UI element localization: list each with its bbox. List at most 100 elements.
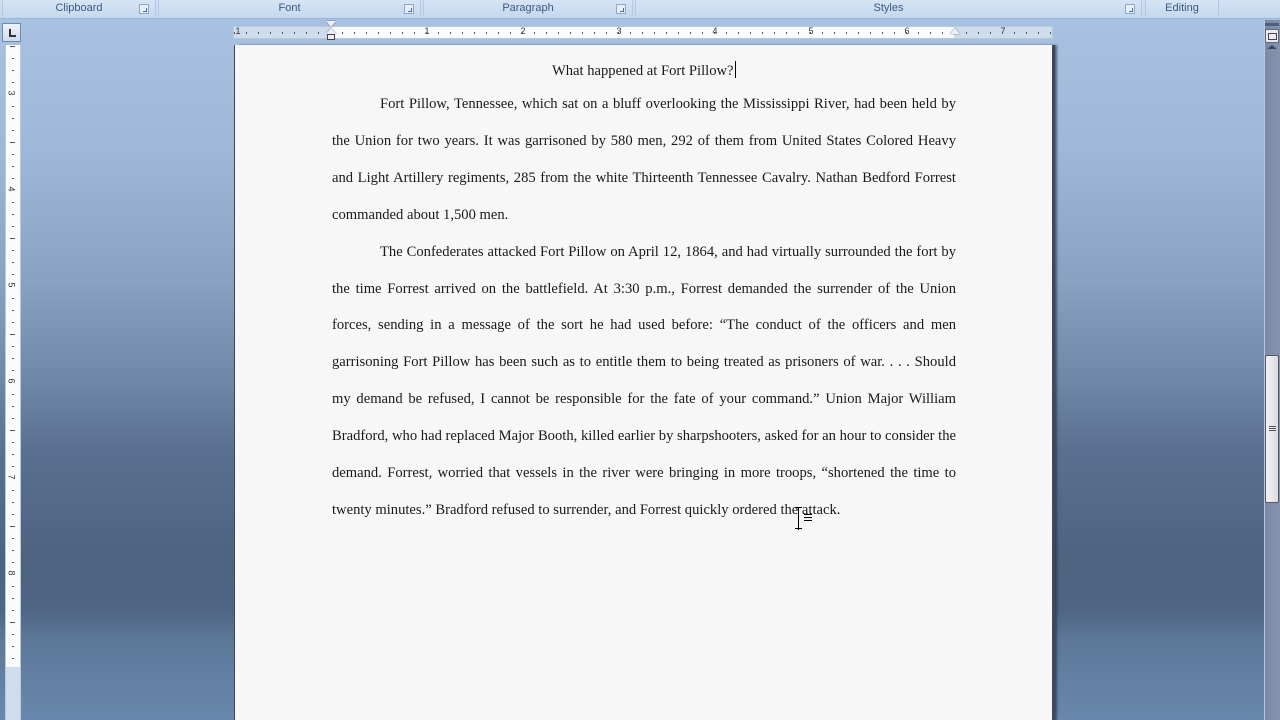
ruler-tick: [12, 586, 14, 587]
document-page[interactable]: What happened at Fort Pillow? Fort Pillo…: [234, 45, 1052, 720]
ruler-tick: [12, 70, 14, 71]
document-body[interactable]: What happened at Fort Pillow? Fort Pillo…: [332, 57, 956, 529]
horizontal-ruler[interactable]: 1 1 2 3 4 5 6 7: [233, 21, 1053, 40]
ruler-tick: [438, 32, 439, 34]
ruler-tick: [378, 32, 379, 34]
left-indent-marker[interactable]: [327, 34, 335, 40]
ruler-number: 7: [1000, 26, 1006, 36]
scrollbar-thumb[interactable]: [1265, 355, 1279, 503]
font-dialog-launcher-icon[interactable]: [404, 4, 414, 14]
paragraph[interactable]: The Confederates attacked Fort Pillow on…: [332, 234, 956, 529]
grip-icon: [1269, 426, 1276, 432]
ruler-number: 6: [904, 26, 910, 36]
ruler-tick: [594, 32, 595, 34]
ruler-tick: [1050, 32, 1051, 34]
document-title[interactable]: What happened at Fort Pillow?: [332, 57, 956, 86]
left-tab-stop-icon[interactable]: [2, 23, 21, 42]
ruler-tick: [942, 32, 943, 34]
ruler-tick: [606, 32, 607, 34]
ruler-tick: [12, 394, 14, 395]
scroll-up-arrow-icon[interactable]: [1267, 45, 1277, 49]
ruler-tick: [1014, 32, 1015, 34]
ruler-number: 5: [6, 282, 17, 288]
ribbon-group-label: Paragraph: [502, 2, 554, 14]
ruler-tick: [450, 32, 451, 34]
ruler-tick: [906, 32, 907, 34]
ruler-tick: [498, 32, 499, 34]
ruler-tick: [10, 622, 15, 623]
ruler-tick: [678, 32, 679, 34]
ruler-tick: [282, 32, 283, 34]
ruler-tick: [462, 32, 463, 34]
ruler-tick: [12, 646, 14, 647]
ribbon-group-label: Styles: [873, 2, 904, 14]
ruler-tick: [10, 430, 15, 431]
ribbon-group-label: Font: [278, 2, 301, 14]
ribbon-group-font: Font: [158, 0, 421, 17]
ruler-tick: [402, 32, 403, 34]
paragraph[interactable]: Fort Pillow, Tennessee, which sat on a b…: [332, 86, 956, 234]
text-caret: [734, 61, 737, 78]
styles-dialog-launcher-icon[interactable]: [1125, 4, 1135, 14]
ruler-tick: [12, 514, 14, 515]
ruler-number: 2: [520, 26, 526, 36]
first-line-indent-marker[interactable]: [326, 21, 336, 27]
i-beam-cursor-icon: [795, 507, 802, 531]
ruler-tick: [12, 610, 14, 611]
ruler-number: 4: [712, 26, 718, 36]
ruler-tick: [894, 32, 895, 34]
ruler-row: 1 1 2 3 4 5 6 7: [0, 19, 1280, 45]
ruler-tick: [12, 214, 14, 215]
ruler-tick: [978, 32, 979, 34]
ruler-number: 1: [235, 26, 241, 36]
right-indent-marker[interactable]: [950, 28, 960, 34]
ruler-tick: [342, 32, 343, 34]
ruler-tick: [426, 32, 427, 34]
ruler-tick: [918, 32, 919, 34]
ruler-tick: [12, 418, 14, 419]
ruler-tick: [12, 538, 14, 539]
ruler-tick: [1038, 32, 1039, 34]
ribbon-group-editing: Editing: [1145, 0, 1219, 17]
ruler-tick: [12, 346, 14, 347]
ruler-tick: [12, 106, 14, 107]
ruler-number: 1: [424, 26, 430, 36]
ruler-tick: [12, 118, 14, 119]
clipboard-dialog-launcher-icon[interactable]: [139, 4, 149, 14]
ruler-tick: [558, 32, 559, 34]
ruler-tick: [12, 82, 14, 83]
ruler-tick: [12, 130, 14, 131]
ruler-number: 8: [6, 570, 17, 576]
ruler-tick: [414, 32, 415, 34]
ruler-number: 3: [616, 26, 622, 36]
ruler-tick: [12, 550, 14, 551]
ruler-tick: [882, 32, 883, 34]
ribbon-group-label: Editing: [1165, 2, 1199, 14]
ruler-tick: [12, 490, 14, 491]
ruler-number: 3: [6, 90, 17, 96]
ribbon-group-bar: Clipboard Font Paragraph Styles Editing: [0, 0, 1280, 19]
ruler-tick: [12, 466, 14, 467]
view-ruler-icon[interactable]: [1265, 29, 1279, 43]
ruler-tick: [474, 32, 475, 34]
ruler-tick: [12, 250, 14, 251]
ruler-tick: [966, 32, 967, 34]
ruler-tick: [246, 32, 247, 34]
ribbon-group-label: Clipboard: [55, 2, 103, 14]
ruler-tick: [12, 154, 14, 155]
ruler-tick: [1026, 32, 1027, 34]
ruler-tick: [522, 32, 523, 34]
ruler-tick: [798, 32, 799, 34]
ruler-tick: [486, 32, 487, 34]
vertical-ruler[interactable]: 3 4 5 6 7 8: [5, 45, 21, 667]
ribbon-group-clipboard: Clipboard: [2, 0, 156, 17]
ruler-tick: [12, 370, 14, 371]
split-window-handle[interactable]: [1265, 23, 1279, 26]
ruler-tick: [306, 32, 307, 34]
ruler-tick: [546, 32, 547, 34]
ruler-tick: [990, 32, 991, 34]
ruler-tick: [810, 32, 811, 34]
ruler-tick: [654, 32, 655, 34]
paragraph-dialog-launcher-icon[interactable]: [616, 4, 626, 14]
ruler-tick: [822, 32, 823, 34]
